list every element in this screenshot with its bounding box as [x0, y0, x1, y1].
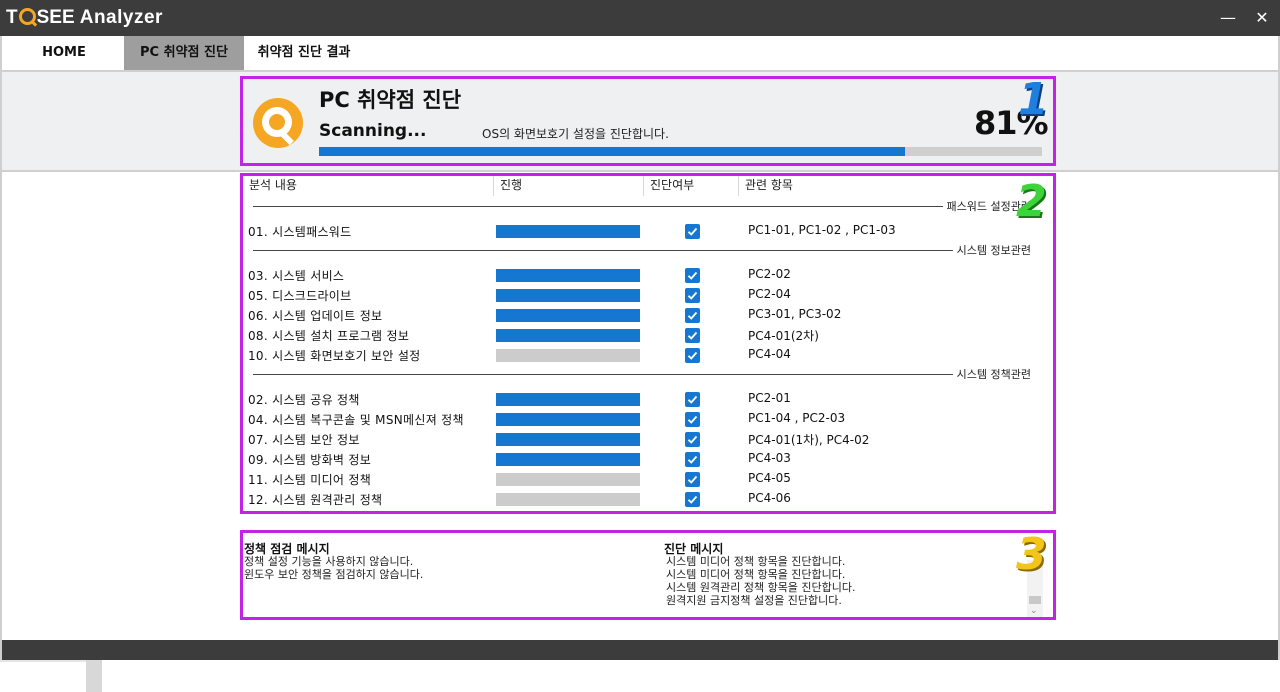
step-badge-3: 3 [1016, 529, 1047, 580]
app-title-brand: SEE [36, 7, 75, 28]
taskbar-edge [0, 660, 86, 662]
step-badge-1: 1 [1018, 74, 1049, 125]
taskbar-item [86, 660, 102, 692]
main-menu: HOME PC 취약점 진단 취약점 진단 결과 [0, 36, 1280, 70]
minimize-button[interactable]: — [1216, 6, 1240, 30]
tab-scan-results[interactable]: 취약점 진단 결과 [244, 36, 364, 70]
step-badge-2: 2 [1016, 176, 1047, 227]
highlight-frame-2 [240, 173, 1056, 514]
app-title: T SEE Analyzer [6, 6, 163, 29]
title-bar: T SEE Analyzer — ✕ [0, 0, 1280, 36]
app-title-prefix: T [6, 7, 18, 28]
tab-pc-vulnerability-scan[interactable]: PC 취약점 진단 [124, 36, 244, 70]
tosee-o-logo-icon [18, 8, 36, 25]
close-button[interactable]: ✕ [1250, 6, 1274, 30]
app-title-name: Analyzer [79, 7, 163, 28]
highlight-frame-3 [240, 530, 1056, 620]
status-bar [0, 640, 1280, 660]
tab-home[interactable]: HOME [4, 36, 124, 70]
highlight-frame-1 [240, 76, 1056, 166]
